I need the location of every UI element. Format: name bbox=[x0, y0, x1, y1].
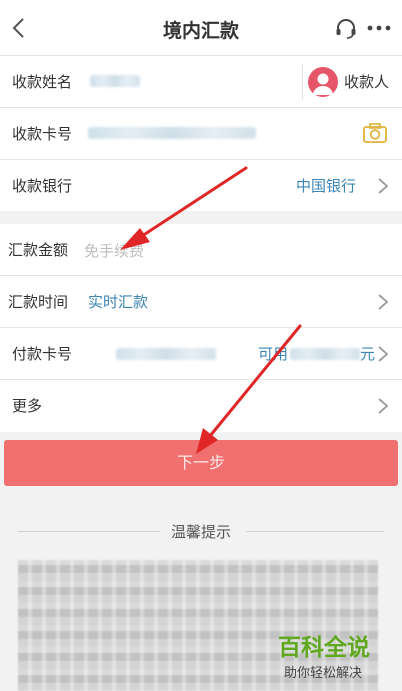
annotation-arrow bbox=[208, 324, 302, 438]
annotation-arrow bbox=[140, 166, 248, 238]
annotation-arrows bbox=[120, 166, 302, 454]
arrowhead-icon bbox=[120, 228, 150, 250]
